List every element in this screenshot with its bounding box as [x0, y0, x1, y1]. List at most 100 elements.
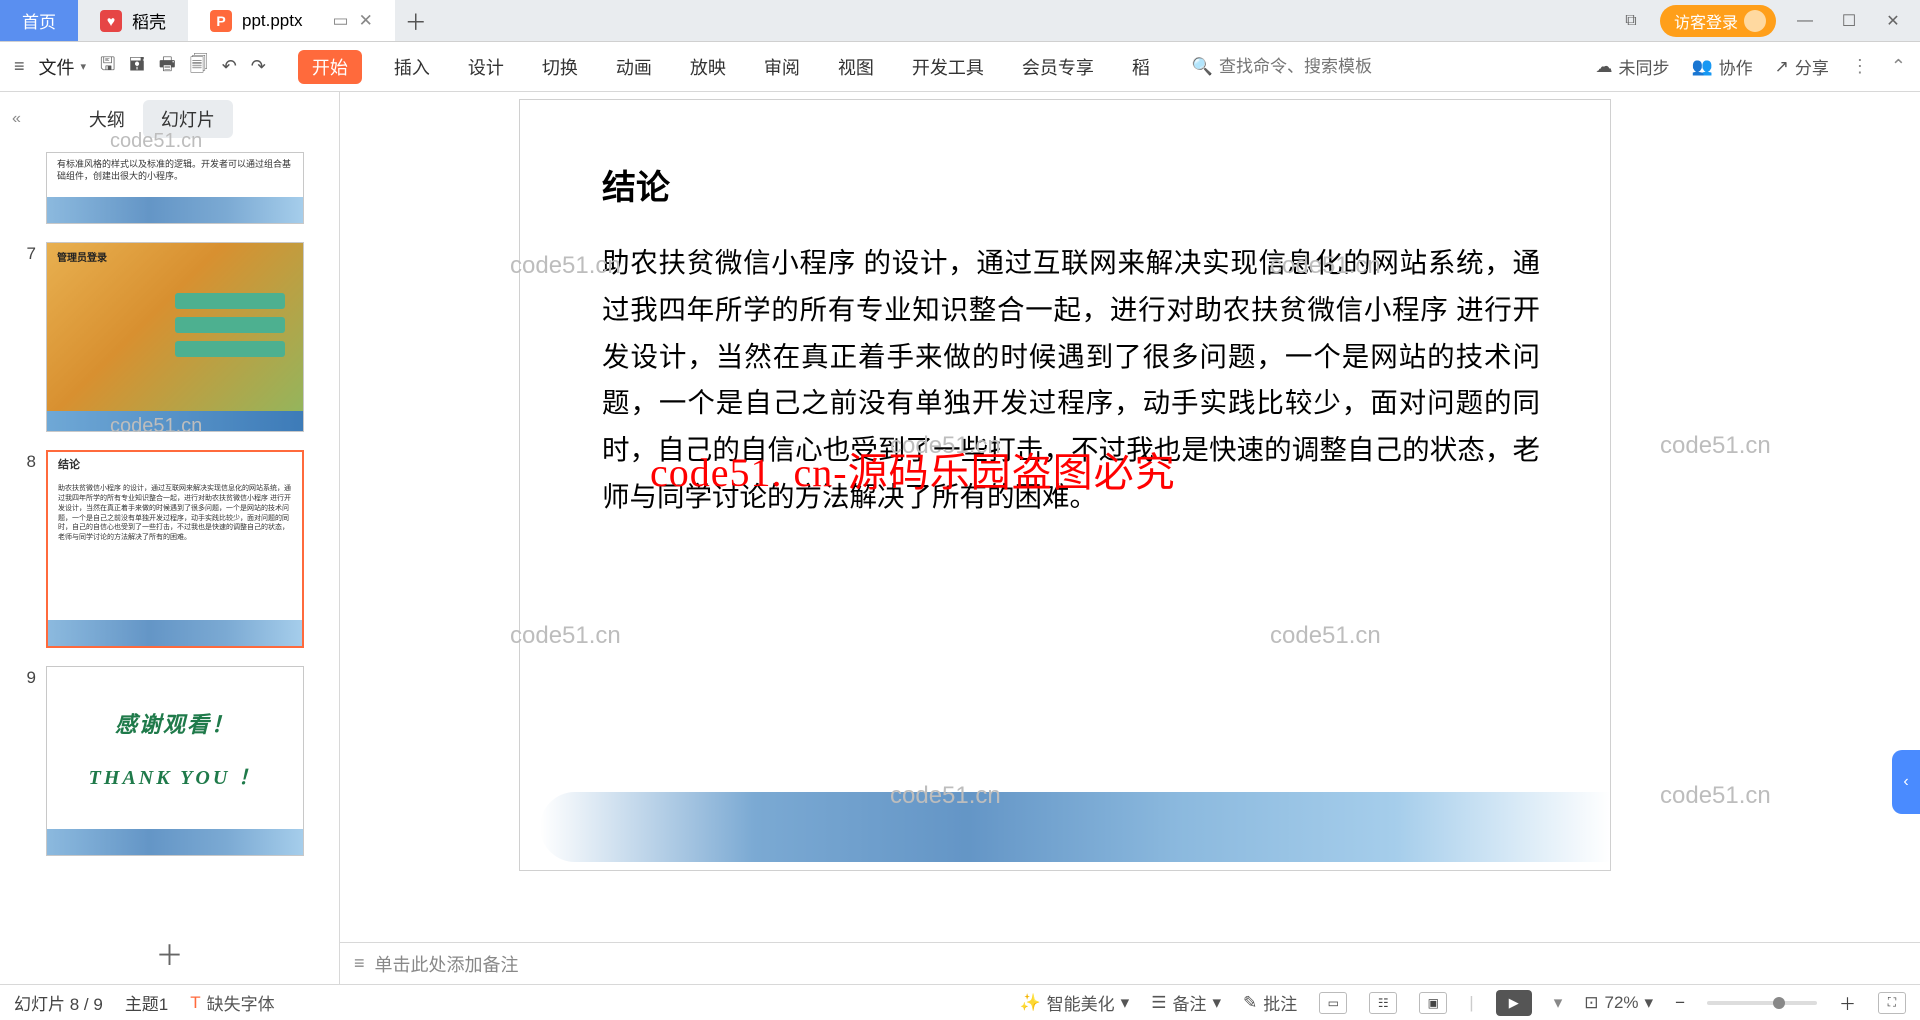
search-icon: 🔍 — [1192, 57, 1213, 77]
theme-label[interactable]: 主题1 — [125, 990, 168, 1015]
notes-pane[interactable]: ≡ 单击此处添加备注 — [340, 942, 1920, 984]
canvas-area[interactable]: 结论 助农扶贫微信小程序 的设计，通过互联网来解决实现信息化的网站系统，通过我四… — [340, 92, 1920, 942]
ribbon-tab-slideshow[interactable]: 放映 — [684, 50, 732, 84]
sync-button[interactable]: ☁未同步 — [1595, 54, 1669, 79]
thumbnail-list[interactable]: 有标准风格的样式以及标准的逻辑。开发者可以通过组合基础组件，创建出很大的小程序。… — [0, 146, 339, 924]
docer-icon: ♥ — [100, 10, 122, 32]
slide-thumbnail-6[interactable]: 有标准风格的样式以及标准的逻辑。开发者可以通过组合基础组件，创建出很大的小程序。 — [46, 152, 304, 224]
ribbon-tab-design[interactable]: 设计 — [462, 50, 510, 84]
more-icon[interactable]: ⋮ — [1851, 56, 1869, 77]
login-button[interactable]: 访客登录 — [1660, 5, 1776, 37]
slide-thumbnail-9[interactable]: 感谢观看！ THANK YOU ！ — [46, 666, 304, 856]
save-as-icon[interactable]: 🖬 — [129, 52, 144, 82]
thumb-line2: THANK YOU ！ — [47, 761, 303, 790]
side-panel-toggle[interactable]: ‹ — [1892, 750, 1920, 814]
chevron-down-icon: ▾ — [1212, 993, 1221, 1013]
add-slide-button[interactable]: ＋ — [0, 924, 339, 984]
slide-panel: « 大纲 幻灯片 有标准风格的样式以及标准的逻辑。开发者可以通过组合基础组件，创… — [0, 92, 340, 984]
print-icon[interactable]: 🖶 — [159, 52, 176, 82]
chevron-down-icon[interactable]: ▾ — [1554, 993, 1563, 1013]
notes-label: 备注 — [1172, 990, 1206, 1015]
sorter-view-button[interactable]: ☷ — [1369, 992, 1397, 1014]
close-button[interactable]: ✕ — [1878, 6, 1908, 36]
thumb-title: 结论 — [48, 452, 302, 478]
current-slide[interactable]: 结论 助农扶贫微信小程序 的设计，通过互联网来解决实现信息化的网站系统，通过我四… — [520, 100, 1610, 870]
share-button[interactable]: ↗分享 — [1775, 54, 1829, 79]
zoom-in-button[interactable]: ＋ — [1839, 990, 1856, 1015]
comment-button[interactable]: ✎批注 — [1243, 990, 1297, 1015]
expand-icon[interactable]: ⌃ — [1891, 56, 1906, 77]
notes-icon: ☰ — [1151, 993, 1166, 1013]
slide-thumbnail-8[interactable]: 结论 助农扶贫微信小程序 的设计，通过互联网来解决实现信息化的网站系统，通过我四… — [46, 450, 304, 648]
thumb-text: 有标准风格的样式以及标准的逻辑。开发者可以通过组合基础组件，创建出很大的小程序。 — [47, 153, 303, 188]
avatar-icon — [1744, 10, 1766, 32]
zoom-slider[interactable] — [1707, 1001, 1817, 1005]
undo-icon[interactable]: ↶ — [222, 56, 237, 77]
redo-icon[interactable]: ↷ — [251, 56, 266, 77]
ribbon-tabs: 开始 插入 设计 切换 动画 放映 审阅 视图 开发工具 会员专享 稻 — [298, 50, 1156, 84]
menu-icon[interactable]: ≡ — [14, 56, 25, 77]
divider: | — [1469, 993, 1473, 1013]
collab-button[interactable]: 👥协作 — [1691, 54, 1752, 79]
tab-close-icon[interactable]: ✕ — [359, 11, 373, 31]
slide-number: 9 — [14, 666, 36, 856]
zoom-button[interactable]: ⊡72%▾ — [1584, 993, 1653, 1013]
share-icon: ↗ — [1775, 57, 1789, 77]
editor-area: 结论 助农扶贫微信小程序 的设计，通过互联网来解决实现信息化的网站系统，通过我四… — [340, 92, 1920, 984]
ribbon-tab-view[interactable]: 视图 — [832, 50, 880, 84]
slideshow-button[interactable]: ▶ — [1496, 990, 1532, 1016]
watercolor-decoration — [47, 197, 303, 223]
slide-title[interactable]: 结论 — [602, 160, 670, 209]
outline-tab[interactable]: 大纲 — [71, 100, 143, 138]
normal-view-button[interactable]: ▭ — [1319, 992, 1347, 1014]
beautify-button[interactable]: ✨智能美化▾ — [1020, 990, 1130, 1015]
save-icon[interactable]: 🖫 — [100, 52, 115, 82]
ribbon-tab-insert[interactable]: 插入 — [388, 50, 436, 84]
zoom-icon: ⊡ — [1584, 993, 1598, 1013]
watermark: code51.cn — [1660, 432, 1771, 460]
maximize-button[interactable]: ☐ — [1834, 6, 1864, 36]
missing-font-button[interactable]: T 缺失字体 — [190, 990, 274, 1015]
sync-label: 未同步 — [1618, 54, 1669, 79]
tab-home[interactable]: 首页 — [0, 0, 78, 41]
window-mode-icon[interactable]: ⧉ — [1616, 6, 1646, 36]
ribbon-tab-transition[interactable]: 切换 — [536, 50, 584, 84]
file-menu[interactable]: 文件 ▾ — [39, 54, 87, 80]
file-label: 文件 — [39, 54, 75, 80]
ribbon-search[interactable]: 🔍 — [1192, 57, 1439, 77]
notes-placeholder: 单击此处添加备注 — [375, 951, 519, 977]
notes-button[interactable]: ☰ 备注 ▾ — [1151, 990, 1221, 1015]
tab-window-icon[interactable]: ▭ — [333, 11, 349, 31]
zoom-label: 72% — [1604, 993, 1638, 1013]
thumb-body: 助农扶贫微信小程序 的设计，通过互联网来解决实现信息化的网站系统，通过我四年所学… — [48, 478, 302, 549]
tab-docer[interactable]: ♥稻壳 — [78, 0, 188, 41]
font-icon: T — [190, 993, 200, 1013]
slide-thumbnail-7[interactable]: 管理员登录 — [46, 242, 304, 432]
tab-document[interactable]: P ppt.pptx ▭ ✕ — [188, 0, 395, 41]
zoom-out-button[interactable]: − — [1675, 993, 1685, 1013]
minimize-button[interactable]: — — [1790, 6, 1820, 36]
beautify-label: 智能美化 — [1047, 990, 1115, 1015]
print-preview-icon[interactable]: 🗐 — [190, 52, 208, 82]
slides-tab[interactable]: 幻灯片 — [143, 100, 233, 138]
watercolor-decoration — [47, 829, 303, 855]
fit-button[interactable]: ⛶ — [1878, 992, 1906, 1014]
comment-icon: ✎ — [1243, 993, 1257, 1013]
chevron-down-icon: ▾ — [1121, 993, 1130, 1013]
ribbon-tab-more[interactable]: 稻 — [1126, 50, 1156, 84]
search-input[interactable] — [1219, 57, 1439, 77]
login-label: 访客登录 — [1674, 9, 1738, 33]
ribbon-tab-animation[interactable]: 动画 — [610, 50, 658, 84]
add-tab-button[interactable]: ＋ — [395, 0, 437, 41]
ribbon-tab-start[interactable]: 开始 — [298, 50, 362, 84]
reading-view-button[interactable]: ▣ — [1419, 992, 1447, 1014]
chevron-down-icon: ▾ — [81, 60, 87, 73]
main-area: « 大纲 幻灯片 有标准风格的样式以及标准的逻辑。开发者可以通过组合基础组件，创… — [0, 92, 1920, 984]
collapse-panel-icon[interactable]: « — [12, 110, 21, 128]
slide-counter: 幻灯片 8 / 9 — [14, 990, 103, 1015]
ribbon-tab-review[interactable]: 审阅 — [758, 50, 806, 84]
ribbon-tab-vip[interactable]: 会员专享 — [1016, 50, 1100, 84]
missing-font-label: 缺失字体 — [207, 990, 275, 1015]
ribbon-tab-devtools[interactable]: 开发工具 — [906, 50, 990, 84]
ribbon: ≡ 文件 ▾ 🖫 🖬 🖶 🗐 ↶ ↷ 开始 插入 设计 切换 动画 放映 审阅 视… — [0, 42, 1920, 92]
